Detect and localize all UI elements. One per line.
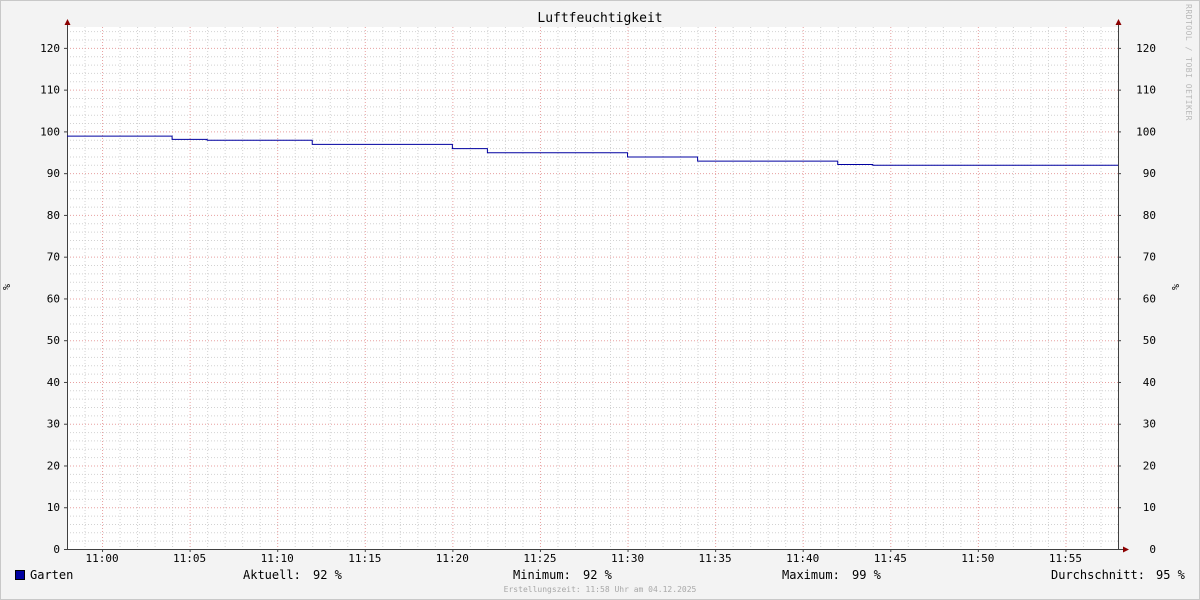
x-tick-label: 11:30 <box>611 552 644 565</box>
y-tick-label-right: 30 <box>1143 418 1156 431</box>
y-tick-label-right: 40 <box>1143 376 1156 389</box>
legend-aktuell-label: Aktuell: <box>243 568 301 582</box>
y-tick-label-right: 20 <box>1143 459 1156 472</box>
y-axis-label-left: % <box>2 284 13 290</box>
legend-maximum-label: Maximum: <box>782 568 840 582</box>
x-tick-label: 11:50 <box>961 552 994 565</box>
y-tick-label-left: 0 <box>53 543 60 556</box>
x-tick-label: 11:10 <box>261 552 294 565</box>
legend-series-name: Garten <box>30 568 74 582</box>
y-tick-label-left: 30 <box>47 418 60 431</box>
y-tick-label-right: 10 <box>1143 501 1156 514</box>
y-tick-label-left: 100 <box>40 125 60 138</box>
y-tick-label-right: 70 <box>1143 251 1156 264</box>
legend-minimum-value: 92 % <box>583 568 612 582</box>
y-tick-label-right: 50 <box>1143 334 1156 347</box>
y-tick-label-right: 80 <box>1143 209 1156 222</box>
y-tick-label-right: 60 <box>1143 292 1156 305</box>
y-tick-label-left: 20 <box>47 459 60 472</box>
y-tick-label-left: 70 <box>47 251 60 264</box>
x-tick-label: 11:15 <box>348 552 381 565</box>
y-axis-label-right: % <box>1171 284 1182 290</box>
y-axis-right-arrow <box>1115 19 1122 25</box>
y-tick-label-left: 10 <box>47 501 60 514</box>
y-tick-label-left: 40 <box>47 376 60 389</box>
x-tick-label: 11:05 <box>173 552 206 565</box>
y-axis-left-arrow <box>64 19 71 25</box>
x-tick-label: 11:40 <box>786 552 819 565</box>
y-tick-label-left: 80 <box>47 209 60 222</box>
legend-maximum-value: 99 % <box>852 568 881 582</box>
x-tick-label: 11:55 <box>1049 552 1082 565</box>
y-tick-label-right: 100 <box>1136 125 1156 138</box>
y-tick-label-left: 50 <box>47 334 60 347</box>
x-tick-label: 11:25 <box>523 552 556 565</box>
x-tick-label: 11:45 <box>874 552 907 565</box>
y-tick-label-right: 90 <box>1143 167 1156 180</box>
x-tick-label: 11:20 <box>436 552 469 565</box>
legend-swatch <box>15 570 25 580</box>
x-axis-arrow <box>1123 546 1129 553</box>
x-tick-label: 11:35 <box>699 552 732 565</box>
x-tick-label: 11:00 <box>85 552 118 565</box>
y-tick-label-right: 110 <box>1136 84 1156 97</box>
legend: Garten Aktuell: 92 % Minimum: 92 % Maxim… <box>0 568 1200 584</box>
legend-durchschnitt-value: 95 % <box>1156 568 1185 582</box>
creation-time-footer: Erstellungszeit: 11:58 Uhr am 04.12.2025 <box>503 585 697 594</box>
y-tick-label-left: 90 <box>47 167 60 180</box>
y-tick-label-left: 60 <box>47 292 60 305</box>
y-tick-label-left: 110 <box>40 84 60 97</box>
legend-aktuell-value: 92 % <box>313 568 342 582</box>
legend-minimum-label: Minimum: <box>513 568 571 582</box>
legend-durchschnitt-label: Durchschnitt: <box>1051 568 1145 582</box>
rrdtool-watermark: RRDTOOL / TOBI OETIKER <box>1184 4 1193 121</box>
y-tick-label-right: 120 <box>1136 42 1156 55</box>
y-tick-label-left: 120 <box>40 42 60 55</box>
chart-plot: 0 0 10 10 20 20 30 30 40 40 50 50 60 60 70 70 80 80 90 90 10… <box>2 19 1182 565</box>
y-tick-label-right: 0 <box>1149 543 1156 556</box>
